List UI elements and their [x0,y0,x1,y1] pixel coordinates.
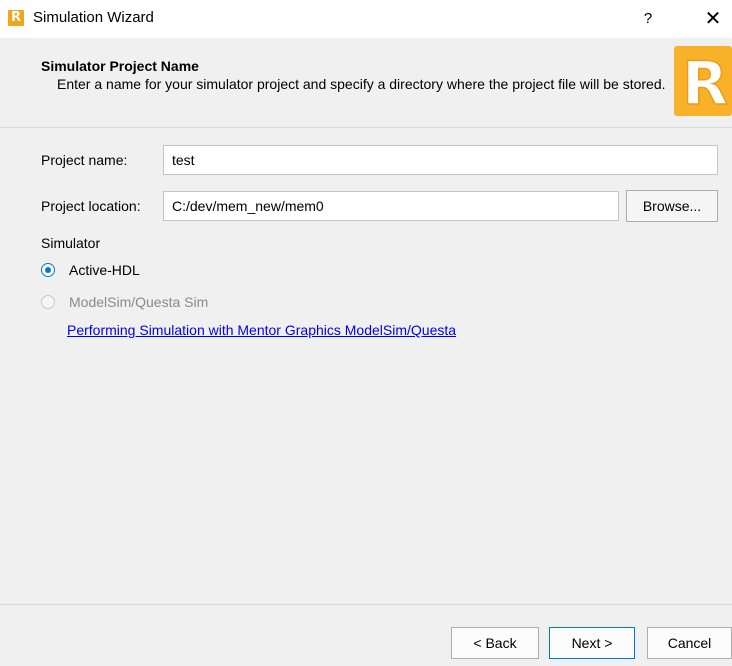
app-icon-letter: R [10,10,21,25]
help-icon[interactable]: ? [636,7,660,31]
title-bar: R Simulation Wizard ? ✕ [0,0,732,38]
lattice-r-icon: R [8,10,24,26]
radio-modelsim: ModelSim/Questa Sim [41,292,208,312]
brand-logo-icon: R [674,46,732,116]
page-description: Enter a name for your simulator project … [57,76,666,92]
window-title: Simulation Wizard [33,9,154,26]
radio-label: Active-HDL [69,262,140,278]
modelsim-help-link[interactable]: Performing Simulation with Mentor Graphi… [67,322,456,338]
project-location-label: Project location: [41,198,141,214]
radio-button-disabled [41,295,55,309]
radio-button-checked[interactable] [41,263,55,277]
radio-label: ModelSim/Questa Sim [69,294,209,310]
project-name-label: Project name: [41,152,128,168]
page-title: Simulator Project Name [41,58,199,74]
project-location-input[interactable] [163,191,619,221]
next-button[interactable]: Next > [549,627,635,659]
close-icon[interactable]: ✕ [698,4,728,34]
back-button[interactable]: < Back [451,627,539,659]
browse-button[interactable]: Browse... [626,190,718,222]
brand-logo-letter: R [682,49,728,116]
project-name-input[interactable] [163,145,718,175]
wizard-header: Simulator Project Name Enter a name for … [0,38,732,126]
simulator-section-label: Simulator [41,235,101,251]
header-divider [0,127,732,128]
footer-divider [0,604,732,605]
cancel-button[interactable]: Cancel [647,627,732,659]
radio-active-hdl[interactable]: Active-HDL [41,260,140,280]
